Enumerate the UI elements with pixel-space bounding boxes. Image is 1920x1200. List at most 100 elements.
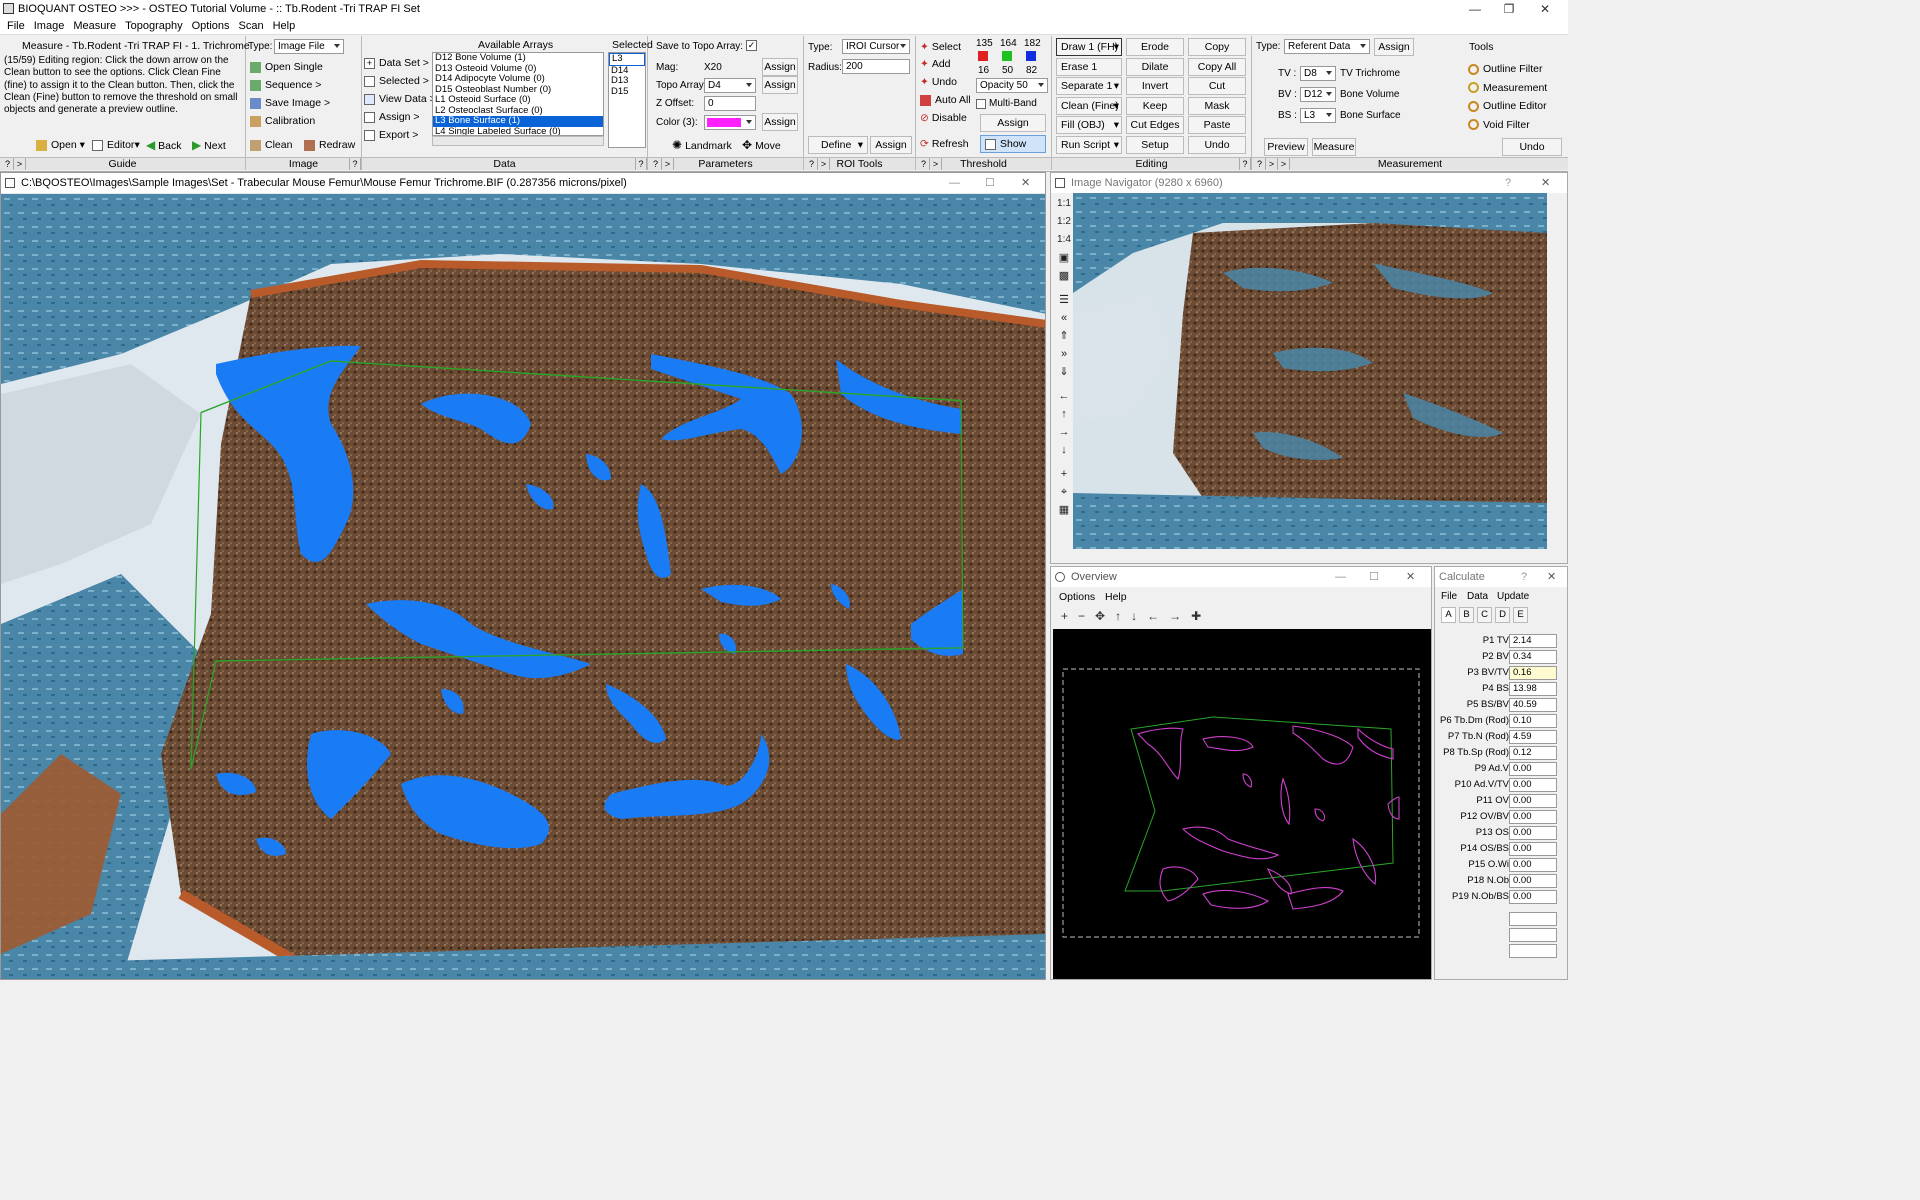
calc-row-value[interactable]: 0.00 [1509,794,1557,808]
chevron-down-icon[interactable]: ▾ [1114,98,1119,114]
overview-close-button[interactable]: ✕ [1406,567,1415,587]
selected-array-item[interactable]: D15 [609,86,645,98]
available-arrays-list[interactable]: D12 Bone Volume (1) D13 Osteoid Volume (0… [432,52,604,136]
tool-void-filter-button[interactable]: Void Filter [1468,116,1530,134]
assign-data-button[interactable]: Assign > [364,108,420,126]
navigator-thumbnail[interactable] [1073,193,1547,549]
sequence-button[interactable]: Sequence > [250,76,321,94]
auto-all-button[interactable]: Auto All [920,91,971,109]
edit-separate-1-button[interactable]: Separate 1 ▾ [1056,77,1122,95]
threshold-undo-button[interactable]: ✦ Undo [920,73,957,91]
measure-button[interactable]: Measure [1312,138,1356,156]
calc-row-value[interactable]: 0.00 [1509,874,1557,888]
calc-row-value[interactable]: 40.59 [1509,698,1557,712]
double-down-icon[interactable]: ⇓ [1057,365,1071,379]
measure-assign-button[interactable]: Assign [1374,38,1414,56]
grid-icon[interactable]: ▦ [1057,503,1071,517]
overview-minimize-button[interactable]: — [1335,567,1346,587]
move-button[interactable]: ✥ Move [742,136,781,154]
chevron-down-icon[interactable]: ▾ [1114,137,1119,153]
calc-tab-c[interactable]: C [1477,607,1492,623]
help-icon[interactable]: ? [2,158,14,170]
calc-row-value[interactable]: 4.59 [1509,730,1557,744]
menu-scan[interactable]: Scan [239,20,264,32]
expand-icon[interactable]: > [818,158,830,170]
edit-setup-button[interactable]: Setup [1126,135,1184,154]
menu-topography[interactable]: Topography [125,20,183,32]
tool-measurement-button[interactable]: Measurement [1468,79,1547,97]
selected-array-item[interactable]: D13 [609,75,645,87]
edit-paste-button[interactable]: Paste [1188,116,1246,134]
arrow-right-icon[interactable]: → [1057,425,1071,439]
close-button[interactable]: ✕ [1528,0,1562,18]
available-array-item[interactable]: D14 Adipocyte Volume (0) [433,73,603,85]
tool-outline-filter-button[interactable]: Outline Filter [1468,60,1543,78]
calc-row-value[interactable]: 0.00 [1509,810,1557,824]
image-canvas[interactable] [1,194,1045,979]
calc-tab-a[interactable]: A [1441,607,1456,623]
save-topo-checkbox[interactable]: ✓ [746,40,757,51]
menu-help[interactable]: Help [273,20,296,32]
minimize-button[interactable]: — [1458,0,1492,18]
arrow-left-icon[interactable]: ← [1057,389,1071,403]
calc-menu-data[interactable]: Data [1467,591,1488,602]
calc-row-value[interactable]: 0.34 [1509,650,1557,664]
image-minimize-button[interactable]: — [949,173,960,193]
red-swatch[interactable] [978,51,988,61]
edit-undo-button[interactable]: Undo [1188,135,1246,154]
overview-menu-options[interactable]: Options [1059,591,1095,603]
calc-row-value[interactable]: 0.00 [1509,762,1557,776]
edit-mask-button[interactable]: Mask [1188,96,1246,115]
clean-button[interactable]: Clean [250,136,292,154]
color-select[interactable] [704,115,756,130]
guide-back-button[interactable]: ◀ Back [146,136,182,154]
show-button[interactable]: Show [980,135,1046,153]
green-swatch[interactable] [1002,51,1012,61]
guide-editor-button[interactable]: Editor▾ [92,136,140,154]
calc-row-value[interactable] [1509,912,1557,926]
edit-run-script-button[interactable]: Run Script ▾ [1056,135,1122,154]
selected-array-item[interactable]: L3 [609,53,645,66]
calc-row-value[interactable]: 0.00 [1509,858,1557,872]
help-icon[interactable]: ? [650,158,662,170]
selected-button[interactable]: Selected > [364,72,429,90]
calc-tab-e[interactable]: E [1513,607,1528,623]
edit-keep-button[interactable]: Keep [1126,96,1184,115]
expand-icon[interactable]: > [1278,158,1290,170]
landmark-button[interactable]: ✺ Landmark [672,136,732,154]
edit-copy-all-button[interactable]: Copy All [1188,57,1246,76]
navigator-help-button[interactable]: ? [1505,173,1511,193]
available-list-scrollbar[interactable] [432,136,604,146]
calc-row-value[interactable] [1509,944,1557,958]
plus-icon[interactable]: + [1057,467,1071,481]
calc-row-value[interactable]: 0.10 [1509,714,1557,728]
disable-button[interactable]: ⊘ Disable [920,109,967,127]
preview-button[interactable]: Preview [1264,138,1308,156]
zoom-1-4-button[interactable]: 1:4 [1057,233,1071,247]
help-icon[interactable]: ? [635,158,647,170]
overview-menu-help[interactable]: Help [1105,591,1127,603]
available-array-item[interactable]: L4 Single Labeled Surface (0) [433,126,603,135]
roi-type-select[interactable]: IROI Cursor [842,39,910,54]
mag-assign-button[interactable]: Assign [762,58,798,76]
available-array-item[interactable]: L1 Osteoid Surface (0) [433,94,603,106]
crop-icon[interactable]: ⌖ [1057,485,1071,499]
calc-row-value[interactable]: 0.00 [1509,842,1557,856]
overview-maximize-button[interactable]: ☐ [1369,567,1379,587]
navigator-close-button[interactable]: ✕ [1541,173,1550,193]
double-left-icon[interactable]: « [1057,311,1071,325]
threshold-assign-button[interactable]: Assign [980,114,1046,132]
referent-select[interactable]: L3 [1300,108,1336,123]
guide-open-button[interactable]: Open ▾ [36,136,85,154]
edit-fill-obj-button[interactable]: Fill (OBJ) ▾ [1056,116,1122,134]
help-icon[interactable]: ? [1254,158,1266,170]
edit-clean-fine-button[interactable]: Clean (Fine) ▾ [1056,96,1122,115]
threshold-add-button[interactable]: ✦ Add [920,55,951,73]
chevron-down-icon[interactable]: ▾ [1114,39,1119,55]
expand-icon[interactable]: > [930,158,942,170]
help-icon[interactable]: ? [918,158,930,170]
frame-icon[interactable]: ▩ [1057,269,1071,283]
edit-erode-button[interactable]: Erode [1126,38,1184,56]
redraw-button[interactable]: Redraw [304,136,355,154]
measure-type-select[interactable]: Referent Data [1284,39,1370,54]
